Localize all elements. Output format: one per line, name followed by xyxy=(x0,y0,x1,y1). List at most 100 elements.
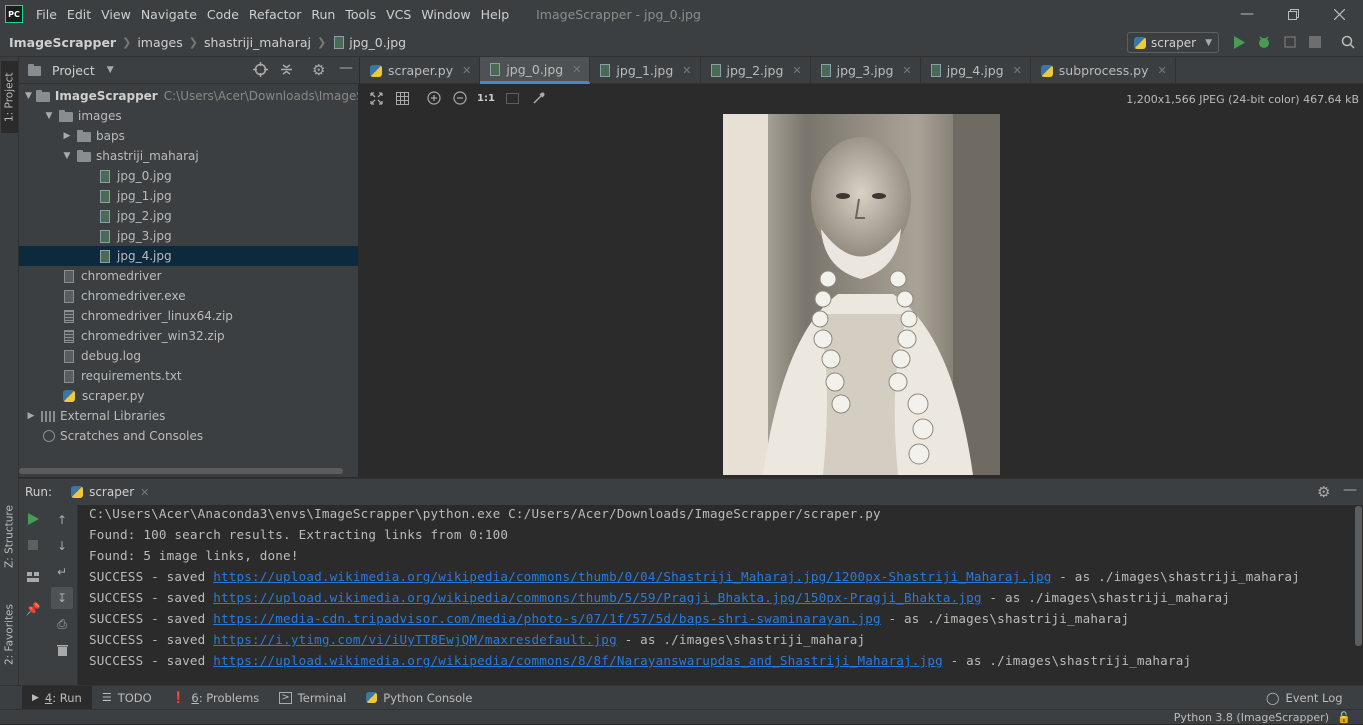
menu-view[interactable]: View xyxy=(96,7,136,22)
run-tab-scraper[interactable]: scraper xyxy=(89,485,134,499)
search-icon[interactable] xyxy=(1340,34,1356,50)
tree-item-file[interactable]: jpg_2.jpg xyxy=(19,206,358,226)
grid-icon[interactable] xyxy=(394,90,410,106)
tool-todo[interactable]: ☰ TODO xyxy=(92,686,162,710)
close-tab-icon[interactable]: ✕ xyxy=(140,486,149,499)
tree-item-project-root[interactable]: ▼ ImageScrapper C:\Users\Acer\Downloads\… xyxy=(19,86,358,106)
tool-problems[interactable]: ❗ 6: Problems xyxy=(162,686,270,710)
menu-file[interactable]: File xyxy=(31,7,62,22)
tool-event-log[interactable]: ◯ Event Log xyxy=(1256,686,1353,710)
tree-item-file[interactable]: jpg_0.jpg xyxy=(19,166,358,186)
console-link[interactable]: https://upload.wikimedia.org/wikipedia/c… xyxy=(213,569,1051,584)
close-tab-icon[interactable]: ✕ xyxy=(572,63,581,76)
console-link[interactable]: https://upload.wikimedia.org/wikipedia/c… xyxy=(213,590,981,605)
actual-size-button[interactable]: 1:1 xyxy=(477,90,495,106)
tree-item-external-libraries[interactable]: ▶ External Libraries xyxy=(19,406,358,426)
coverage-button[interactable] xyxy=(1282,34,1298,50)
close-tab-icon[interactable]: ✕ xyxy=(1158,64,1167,77)
tree-item-file-selected[interactable]: jpg_4.jpg xyxy=(19,246,358,266)
tab-structure-tool[interactable]: Z: Structure xyxy=(1,497,18,577)
expand-arrow-icon[interactable]: ▼ xyxy=(25,91,32,101)
locate-file-icon[interactable] xyxy=(253,62,268,80)
menu-refactor[interactable]: Refactor xyxy=(244,7,306,22)
stop-icon[interactable] xyxy=(25,537,41,553)
rerun-icon[interactable] xyxy=(25,511,41,527)
zoom-out-icon[interactable] xyxy=(452,90,468,106)
tree-item-file[interactable]: jpg_1.jpg xyxy=(19,186,358,206)
zoom-in-icon[interactable] xyxy=(426,90,442,106)
menu-navigate[interactable]: Navigate xyxy=(136,7,202,22)
tab-project-tool[interactable]: 1: Project xyxy=(1,61,18,133)
breadcrumb-file[interactable]: jpg_0.jpg xyxy=(349,35,406,50)
breadcrumb-images[interactable]: images xyxy=(137,35,182,50)
run-configuration-select[interactable]: scraper ▼ xyxy=(1127,32,1219,53)
arrow-up-icon[interactable]: ↑ xyxy=(54,512,70,528)
scroll-to-end-icon[interactable]: ↧ xyxy=(51,587,73,609)
restore-icon[interactable] xyxy=(1270,0,1316,28)
run-button[interactable] xyxy=(1231,34,1247,50)
collapse-arrow-icon[interactable]: ▶ xyxy=(61,131,73,141)
tree-item-file[interactable]: chromedriver.exe xyxy=(19,286,358,306)
tool-terminal[interactable]: > Terminal xyxy=(269,686,356,710)
close-window-icon[interactable] xyxy=(1316,0,1362,28)
tree-item-file[interactable]: chromedriver_linux64.zip xyxy=(19,306,358,326)
menu-window[interactable]: Window xyxy=(416,7,475,22)
trash-icon[interactable] xyxy=(54,642,70,658)
tree-item-folder[interactable]: ▼ shastriji_maharaj xyxy=(19,146,358,166)
tree-item-file[interactable]: chromedriver_win32.zip xyxy=(19,326,358,346)
interpreter-selector[interactable]: Python 3.8 (ImageScrapper) xyxy=(1174,710,1329,725)
chevron-down-icon[interactable]: ▼ xyxy=(107,65,114,75)
minimize-icon[interactable]: — xyxy=(1224,0,1270,28)
fit-to-window-icon[interactable] xyxy=(368,90,384,106)
project-view-select[interactable]: Project xyxy=(52,63,95,78)
close-tab-icon[interactable]: ✕ xyxy=(462,64,471,77)
print-icon[interactable]: ⎙ xyxy=(54,616,70,632)
console-link[interactable]: https://upload.wikimedia.org/wikipedia/c… xyxy=(213,653,943,668)
pin-tab-icon[interactable]: 📌 xyxy=(25,601,41,617)
soft-wrap-icon[interactable]: ↵ xyxy=(54,564,70,580)
menu-run[interactable]: Run xyxy=(306,7,340,22)
tool-python-console[interactable]: Python Console xyxy=(356,686,482,710)
tree-item-file[interactable]: scraper.py xyxy=(19,386,358,406)
expand-arrow-icon[interactable]: ▼ xyxy=(61,151,73,161)
close-tab-icon[interactable]: ✕ xyxy=(1013,64,1022,77)
gear-icon[interactable]: ⚙ xyxy=(312,61,325,79)
tree-item-file[interactable]: debug.log xyxy=(19,346,358,366)
console-output[interactable]: C:\Users\Acer\Anaconda3\envs\ImageScrapp… xyxy=(78,505,1354,685)
tree-item-file[interactable]: chromedriver xyxy=(19,266,358,286)
tab-scraper-py[interactable]: scraper.py ✕ xyxy=(360,57,481,84)
debug-button[interactable] xyxy=(1256,34,1272,50)
collapse-arrow-icon[interactable]: ▶ xyxy=(25,411,37,421)
menu-edit[interactable]: Edit xyxy=(62,7,96,22)
tree-item-scratches[interactable]: Scratches and Consoles xyxy=(19,426,358,446)
tree-item-folder[interactable]: ▼ images xyxy=(19,106,358,126)
collapse-all-icon[interactable] xyxy=(279,62,294,80)
breadcrumb-project[interactable]: ImageScrapper xyxy=(9,35,116,50)
layout-icon[interactable] xyxy=(25,569,41,585)
tool-run[interactable]: ▶ 4: Run xyxy=(22,685,92,710)
tab-jpg-3[interactable]: jpg_3.jpg ✕ xyxy=(811,57,921,84)
horizontal-scrollbar[interactable] xyxy=(19,468,343,474)
menu-code[interactable]: Code xyxy=(202,7,244,22)
tab-jpg-4[interactable]: jpg_4.jpg ✕ xyxy=(921,57,1031,84)
tree-item-folder[interactable]: ▶ baps xyxy=(19,126,358,146)
close-tab-icon[interactable]: ✕ xyxy=(682,64,691,77)
lock-icon[interactable]: 🔓 xyxy=(1337,711,1351,724)
console-link[interactable]: https://media-cdn.tripadvisor.com/media/… xyxy=(213,611,881,626)
menu-vcs[interactable]: VCS xyxy=(381,7,416,22)
hide-panel-icon[interactable]: — xyxy=(1343,482,1357,498)
tab-favorites-tool[interactable]: 2: Favorites xyxy=(1,595,18,675)
chessboard-icon[interactable] xyxy=(504,90,520,106)
tab-subprocess-py[interactable]: subprocess.py ✕ xyxy=(1031,57,1176,84)
stop-button[interactable] xyxy=(1307,34,1323,50)
close-tab-icon[interactable]: ✕ xyxy=(902,64,911,77)
tab-jpg-2[interactable]: jpg_2.jpg ✕ xyxy=(701,57,811,84)
breadcrumb-folder[interactable]: shastriji_maharaj xyxy=(204,35,311,50)
close-tab-icon[interactable]: ✕ xyxy=(792,64,801,77)
arrow-down-icon[interactable]: ↓ xyxy=(54,538,70,554)
console-link[interactable]: https://i.ytimg.com/vi/iUyTT8EwjQM/maxre… xyxy=(213,632,617,647)
color-picker-icon[interactable] xyxy=(530,90,546,106)
hide-panel-icon[interactable]: — xyxy=(339,60,353,76)
expand-arrow-icon[interactable]: ▼ xyxy=(43,111,55,121)
tab-jpg-1[interactable]: jpg_1.jpg ✕ xyxy=(590,57,701,84)
